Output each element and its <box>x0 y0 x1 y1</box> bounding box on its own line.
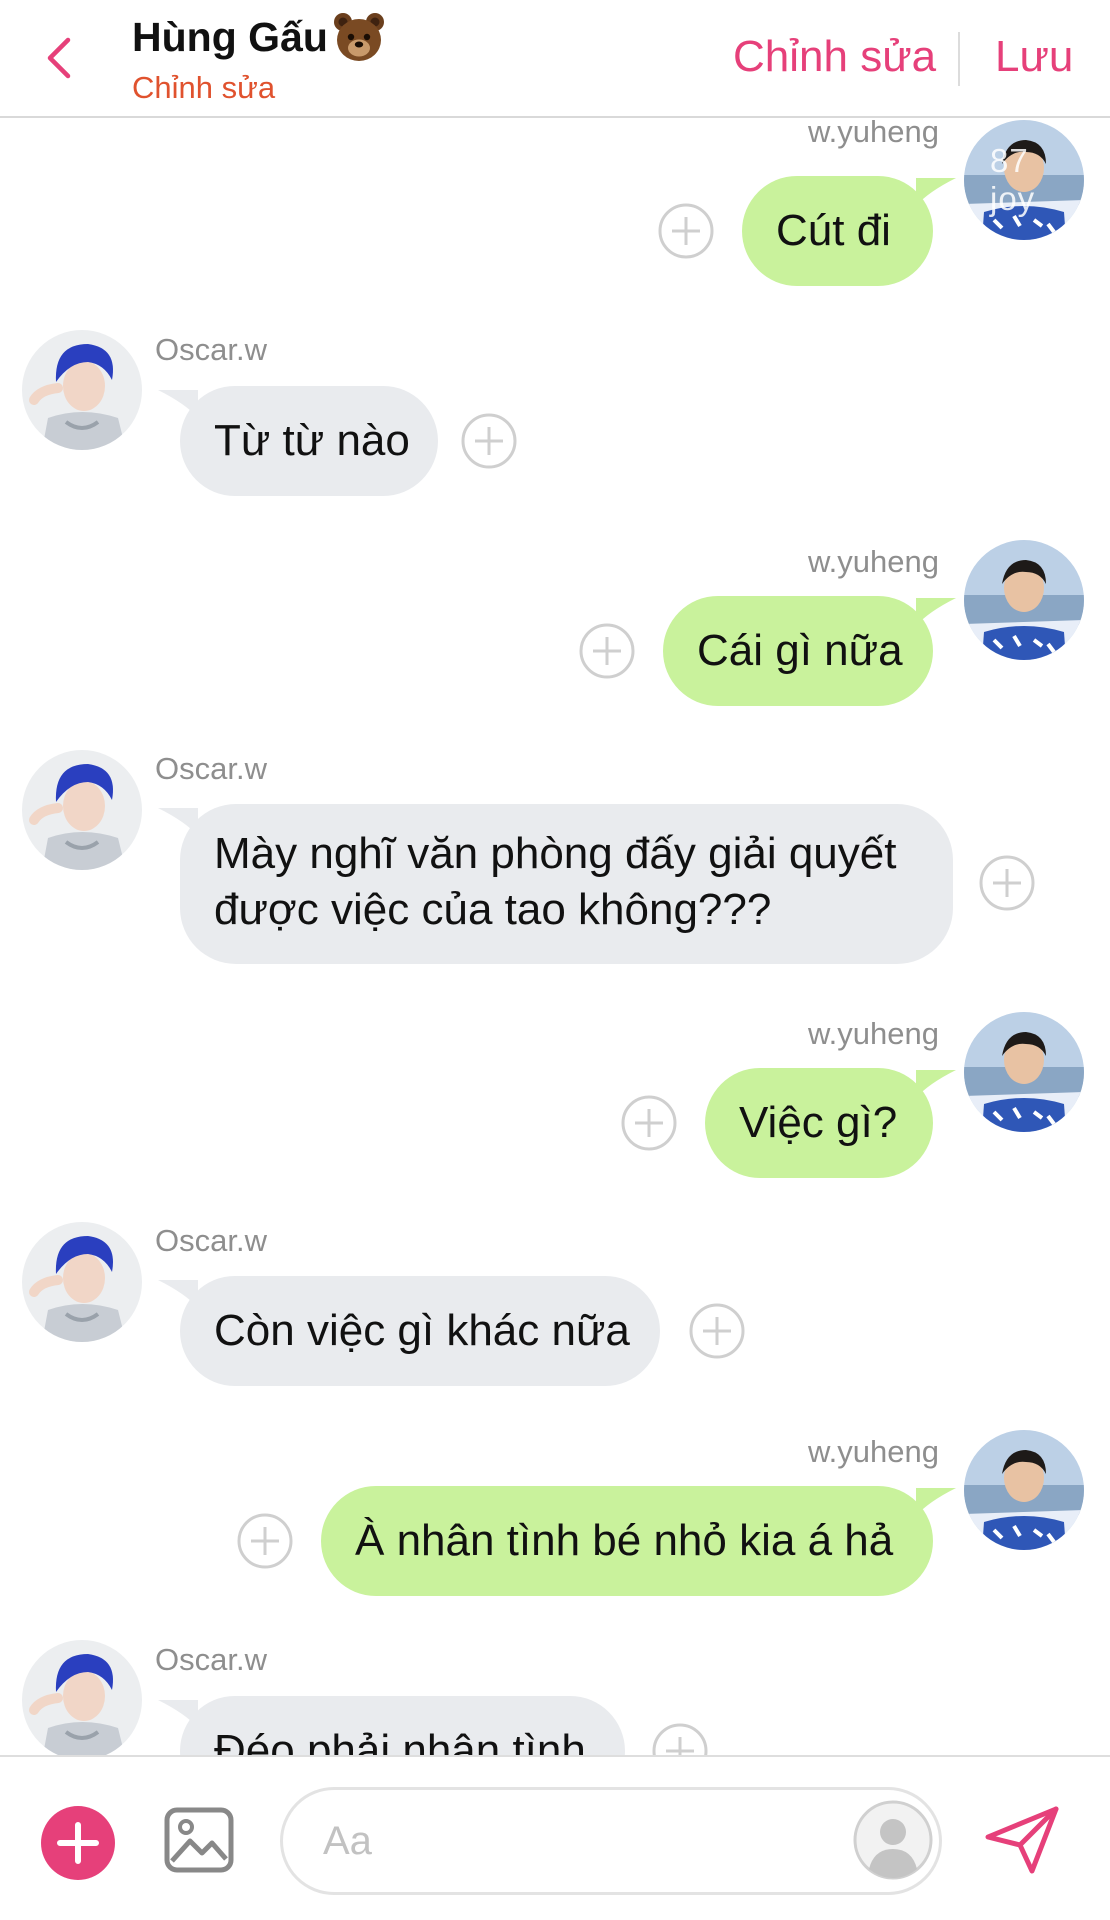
user-photo-avatar <box>964 540 1084 660</box>
send-button[interactable] <box>984 1805 1060 1875</box>
avatar-wyuheng[interactable] <box>964 1430 1084 1550</box>
message-text: Đéo phải nhân tình <box>214 1726 586 1755</box>
sender-name: w.yuheng <box>808 544 939 579</box>
plus-outline-icon <box>579 623 635 679</box>
chat-subtitle: Chỉnh sửa <box>132 70 276 105</box>
chat-header: Hùng Gấu Chỉnh sửa Chỉnh sửa Lưu <box>0 0 1110 118</box>
message-input[interactable] <box>280 1787 942 1895</box>
back-button[interactable] <box>38 30 82 86</box>
add-reaction-button[interactable] <box>978 854 1036 912</box>
save-button[interactable]: Lưu <box>995 32 1073 82</box>
add-reaction-button[interactable] <box>578 622 636 680</box>
sender-name: Oscar.w <box>155 1223 267 1258</box>
plus-outline-icon <box>979 855 1035 911</box>
paper-plane-icon <box>985 1806 1059 1874</box>
message-bubble-outgoing[interactable]: Cái gì nữa <box>663 596 933 706</box>
avatar-wyuheng[interactable] <box>964 540 1084 660</box>
plus-outline-icon <box>461 413 517 469</box>
user-photo-avatar <box>964 1430 1084 1550</box>
plus-outline-icon <box>689 1303 745 1359</box>
sender-name: Oscar.w <box>155 751 267 786</box>
composer-bar <box>0 1755 1110 1920</box>
avatar-oscarw[interactable] <box>22 330 142 450</box>
user-photo-avatar <box>22 330 142 450</box>
add-reaction-button[interactable] <box>651 1722 709 1755</box>
avatar-oscarw[interactable] <box>22 1640 142 1755</box>
bear-face-icon <box>333 13 384 61</box>
message-text: Việc gì? <box>739 1098 898 1147</box>
message-bubble-outgoing[interactable]: Cút đi <box>742 176 933 286</box>
message-bubble-outgoing[interactable]: Việc gì? <box>705 1068 933 1178</box>
add-reaction-button[interactable] <box>688 1302 746 1360</box>
add-reaction-button[interactable] <box>460 412 518 470</box>
sender-name: w.yuheng <box>808 120 939 149</box>
chat-title: Hùng Gấu <box>132 13 328 60</box>
message-bubble-incoming[interactable]: Mày nghĩ văn phòng đấy giải quyết được v… <box>180 804 953 964</box>
header-divider <box>958 32 960 86</box>
message-bubble-outgoing[interactable]: À nhân tình bé nhỏ kia á hả <box>321 1486 933 1596</box>
message-text-line: được việc của tao không??? <box>214 885 772 934</box>
plus-outline-icon <box>658 203 714 259</box>
image-icon <box>164 1807 234 1873</box>
sender-name: Oscar.w <box>155 332 267 367</box>
message-text: Cút đi <box>776 206 891 255</box>
add-reaction-button[interactable] <box>236 1512 294 1570</box>
user-photo-avatar <box>22 750 142 870</box>
sticker-button[interactable] <box>852 1799 934 1881</box>
user-photo-avatar <box>964 1012 1084 1132</box>
user-photo-avatar <box>22 1640 142 1755</box>
avatar-wyuheng[interactable] <box>964 1012 1084 1132</box>
sender-name: w.yuheng <box>808 1016 939 1051</box>
plus-outline-icon <box>237 1513 293 1569</box>
image-picker-button[interactable] <box>164 1807 234 1873</box>
chevron-left-icon <box>47 37 71 79</box>
message-text: Cái gì nữa <box>697 626 903 675</box>
message-bubble-incoming[interactable]: Đéo phải nhân tình <box>180 1696 625 1755</box>
message-text: Còn việc gì khác nữa <box>214 1306 630 1355</box>
avatar-watermark: 87 joy <box>990 142 1036 217</box>
message-list[interactable]: w.yuheng 87 joy Cút đi Oscar.w Từ từ nào… <box>0 120 1110 1755</box>
plus-circle-icon <box>41 1806 115 1880</box>
plus-outline-icon <box>621 1095 677 1151</box>
avatar-oscarw[interactable] <box>22 1222 142 1342</box>
user-photo-avatar <box>22 1222 142 1342</box>
add-reaction-button[interactable] <box>620 1094 678 1152</box>
message-text: À nhân tình bé nhỏ kia á hả <box>355 1516 894 1565</box>
avatar-oscarw[interactable] <box>22 750 142 870</box>
add-reaction-button[interactable] <box>657 202 715 260</box>
message-bubble-incoming[interactable]: Từ từ nào <box>180 386 438 496</box>
message-bubble-incoming[interactable]: Còn việc gì khác nữa <box>180 1276 660 1386</box>
plus-outline-icon <box>652 1723 708 1755</box>
avatar-wyuheng[interactable]: 87 joy <box>964 120 1084 240</box>
message-text-line: Mày nghĩ văn phòng đấy giải quyết <box>214 829 897 878</box>
add-attachment-button[interactable] <box>40 1805 116 1881</box>
edit-button[interactable]: Chỉnh sửa <box>733 32 936 82</box>
sender-name: Oscar.w <box>155 1642 267 1677</box>
chat-title-row: Hùng Gấu <box>132 10 386 64</box>
message-text: Từ từ nào <box>214 416 410 465</box>
avatar-sticker-icon <box>853 1800 933 1880</box>
sender-name: w.yuheng <box>808 1434 939 1469</box>
